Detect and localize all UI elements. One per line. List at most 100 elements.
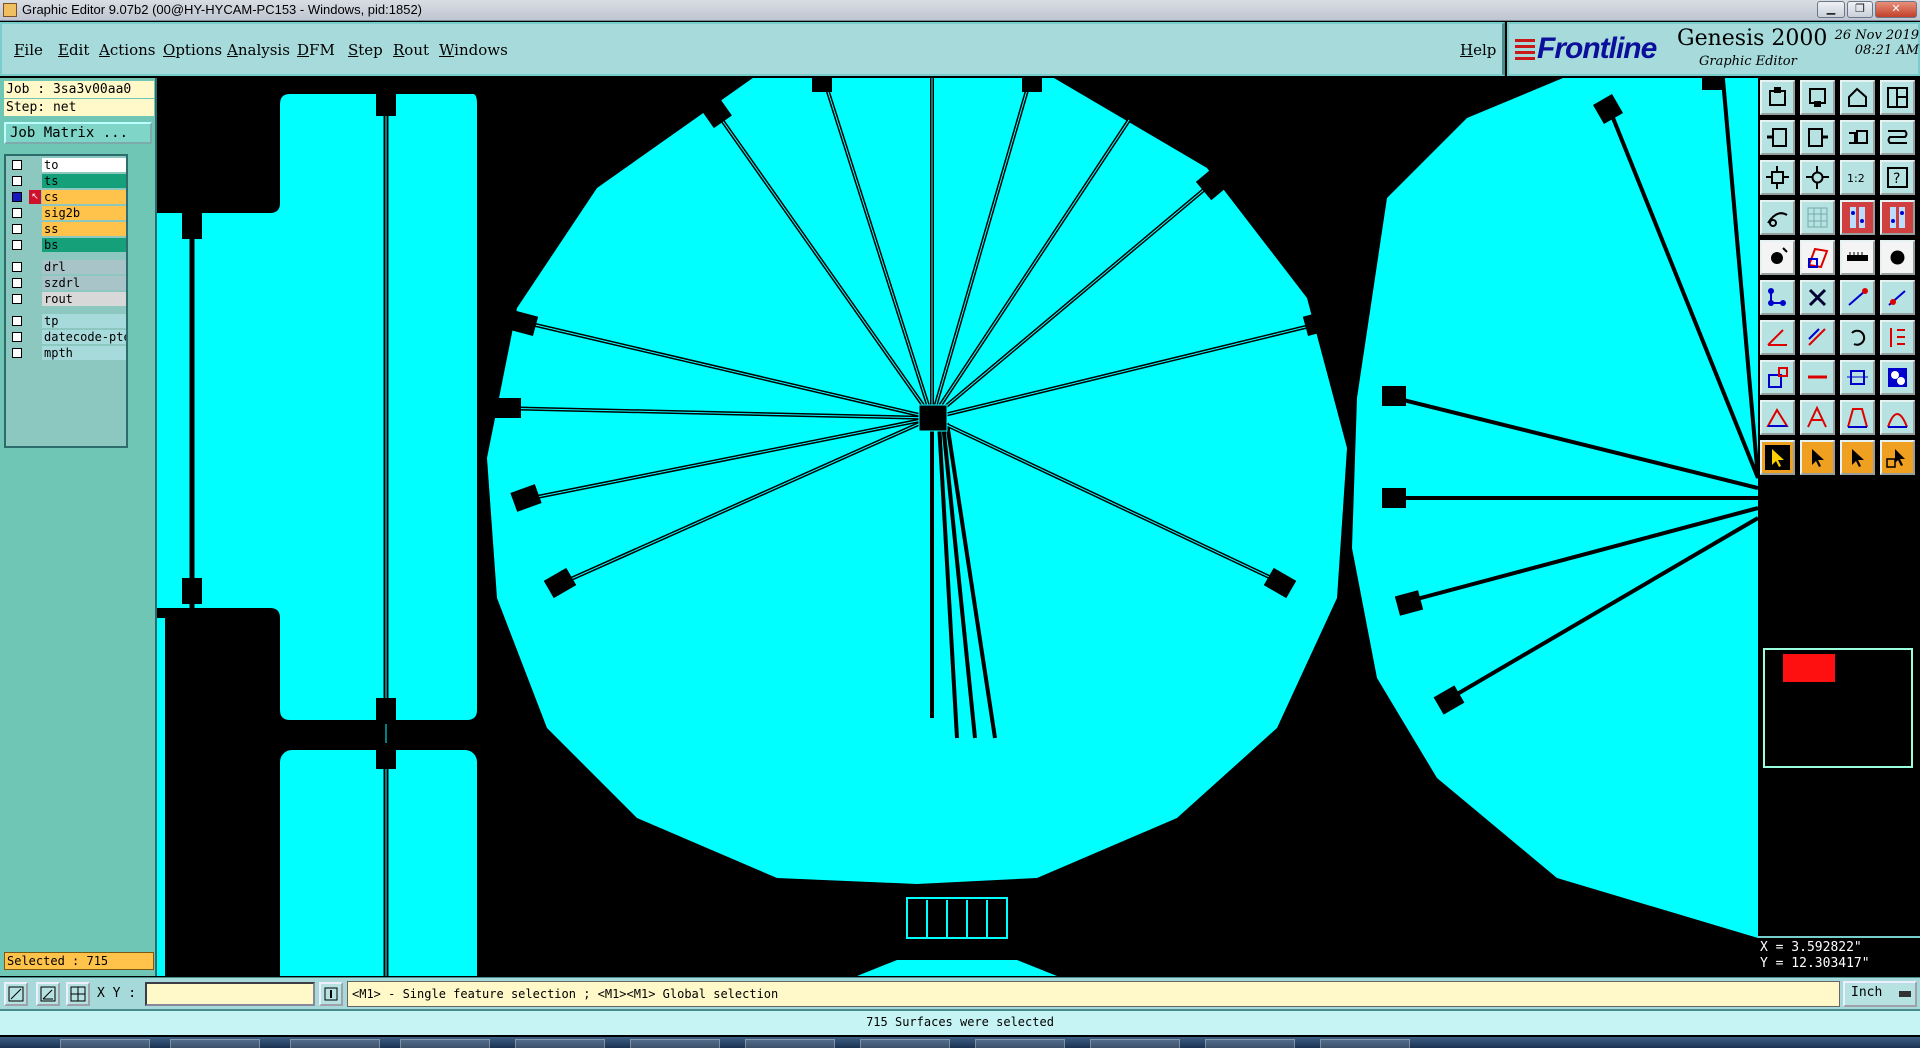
select-yellow-icon[interactable] xyxy=(1800,440,1835,475)
layer-row[interactable]: bs xyxy=(8,238,126,252)
layer-checkbox[interactable] xyxy=(12,192,22,202)
copy-icon[interactable] xyxy=(1880,360,1915,395)
minus-icon[interactable] xyxy=(1800,360,1835,395)
taskbar-item[interactable] xyxy=(745,1039,835,1048)
triangle-icon[interactable] xyxy=(1760,400,1795,435)
layer-row[interactable]: ss xyxy=(8,222,126,236)
a-icon[interactable] xyxy=(1800,400,1835,435)
prev-icon[interactable] xyxy=(1760,120,1795,155)
taskbar-item[interactable] xyxy=(170,1039,260,1048)
connect-icon[interactable] xyxy=(1760,280,1795,315)
angle-icon[interactable] xyxy=(1760,320,1795,355)
taskbar-item[interactable] xyxy=(515,1039,605,1048)
unit-select[interactable]: Inch xyxy=(1843,981,1917,1007)
layer-checkbox[interactable] xyxy=(12,176,22,186)
graphic-canvas[interactable] xyxy=(157,78,1758,976)
panel-icon[interactable] xyxy=(1880,80,1915,115)
taskbar-item[interactable] xyxy=(1090,1039,1180,1048)
line-icon[interactable] xyxy=(1840,280,1875,315)
zoom-fit-icon[interactable] xyxy=(1760,160,1795,195)
close-button[interactable]: ✕ xyxy=(1875,1,1917,18)
scale-icon[interactable]: 1:2 xyxy=(1840,160,1875,195)
menu-rout[interactable]: Rout xyxy=(393,41,429,59)
layer-row[interactable]: ↖ cs xyxy=(8,190,126,204)
rotate-icon[interactable] xyxy=(1840,320,1875,355)
taskbar-item[interactable] xyxy=(630,1039,720,1048)
minimize-button[interactable]: ▁ xyxy=(1817,1,1845,18)
taskbar-item[interactable] xyxy=(60,1039,150,1048)
layer-checkbox[interactable] xyxy=(12,348,22,358)
select-icon[interactable] xyxy=(1760,440,1795,475)
layer-checkbox[interactable] xyxy=(12,294,22,304)
layer-row[interactable]: tp xyxy=(8,314,126,328)
menu-step[interactable]: Step xyxy=(348,41,383,59)
mirror-icon[interactable] xyxy=(1880,320,1915,355)
time-text: 08:21 AM xyxy=(1854,43,1919,58)
snap-grid-icon[interactable] xyxy=(66,982,90,1006)
overview-map[interactable] xyxy=(1763,648,1913,768)
layer-checkbox[interactable] xyxy=(12,262,22,272)
restore-button[interactable]: ❐ xyxy=(1847,1,1873,18)
pan-icon[interactable] xyxy=(1800,160,1835,195)
taskbar-item[interactable] xyxy=(1205,1039,1295,1048)
arch-icon[interactable] xyxy=(1840,400,1875,435)
menu-windows[interactable]: Windows xyxy=(439,41,508,59)
taskbar-item[interactable] xyxy=(975,1039,1065,1048)
info-icon[interactable] xyxy=(319,982,343,1006)
pad-icon[interactable] xyxy=(1760,240,1795,275)
window-icon[interactable] xyxy=(1760,80,1795,115)
layer-row[interactable]: to xyxy=(8,158,126,172)
layer-name: datecode-pte xyxy=(42,330,126,344)
help-icon[interactable]: ? xyxy=(1880,160,1915,195)
diag-icon[interactable] xyxy=(1800,320,1835,355)
route-icon[interactable] xyxy=(1880,120,1915,155)
layers-icon[interactable] xyxy=(1840,200,1875,235)
xy-input[interactable] xyxy=(145,982,315,1006)
menu-options[interactable]: Options xyxy=(163,41,222,59)
layer-row[interactable]: drl xyxy=(8,260,126,274)
split-icon[interactable] xyxy=(1880,200,1915,235)
arch2-icon[interactable] xyxy=(1880,400,1915,435)
layer-row[interactable]: szdrl xyxy=(8,276,126,290)
menu-file[interactable]: File xyxy=(14,41,43,59)
taskbar-item[interactable] xyxy=(1320,1039,1410,1048)
fit-icon[interactable] xyxy=(1840,360,1875,395)
layer-checkbox[interactable] xyxy=(12,160,22,170)
arc-icon[interactable] xyxy=(1880,280,1915,315)
select-orange-icon[interactable] xyxy=(1840,440,1875,475)
taskbar-item[interactable] xyxy=(400,1039,490,1048)
layer-checkbox[interactable] xyxy=(12,208,22,218)
home-icon[interactable] xyxy=(1840,80,1875,115)
layer-checkbox[interactable] xyxy=(12,332,22,342)
layer-checkbox[interactable] xyxy=(12,278,22,288)
next-icon[interactable] xyxy=(1800,120,1835,155)
layer-checkbox[interactable] xyxy=(12,240,22,250)
menu-actions[interactable]: Actions xyxy=(99,41,155,59)
layer-checkbox[interactable] xyxy=(12,316,22,326)
layer-row[interactable]: datecode-pte xyxy=(8,330,126,344)
measure-icon[interactable] xyxy=(1760,200,1795,235)
snap-icon[interactable] xyxy=(1760,360,1795,395)
select-multi-icon[interactable] xyxy=(1880,440,1915,475)
undo-icon[interactable] xyxy=(1840,120,1875,155)
ruler-icon[interactable] xyxy=(1840,240,1875,275)
taskbar-item[interactable] xyxy=(860,1039,950,1048)
surface-icon[interactable] xyxy=(1800,240,1835,275)
draw-line-icon[interactable] xyxy=(4,982,28,1006)
menu-help[interactable]: Help xyxy=(1460,41,1496,59)
dot-icon[interactable] xyxy=(1880,240,1915,275)
draw-angle-icon[interactable] xyxy=(36,982,60,1006)
menu-analysis[interactable]: Analysis xyxy=(227,41,290,59)
layer-row[interactable]: mpth xyxy=(8,346,126,360)
menu-edit[interactable]: Edit xyxy=(58,41,89,59)
taskbar-item[interactable] xyxy=(290,1039,380,1048)
layer-row[interactable]: ts xyxy=(8,174,126,188)
grid-icon[interactable] xyxy=(1800,200,1835,235)
layer-checkbox[interactable] xyxy=(12,224,22,234)
menu-dfm[interactable]: DFM xyxy=(297,41,335,59)
layer-row[interactable]: rout xyxy=(8,292,126,306)
import-icon[interactable] xyxy=(1800,80,1835,115)
layer-row[interactable]: sig2b xyxy=(8,206,126,220)
job-matrix-button[interactable]: Job Matrix ... xyxy=(4,122,152,144)
cross-icon[interactable] xyxy=(1800,280,1835,315)
